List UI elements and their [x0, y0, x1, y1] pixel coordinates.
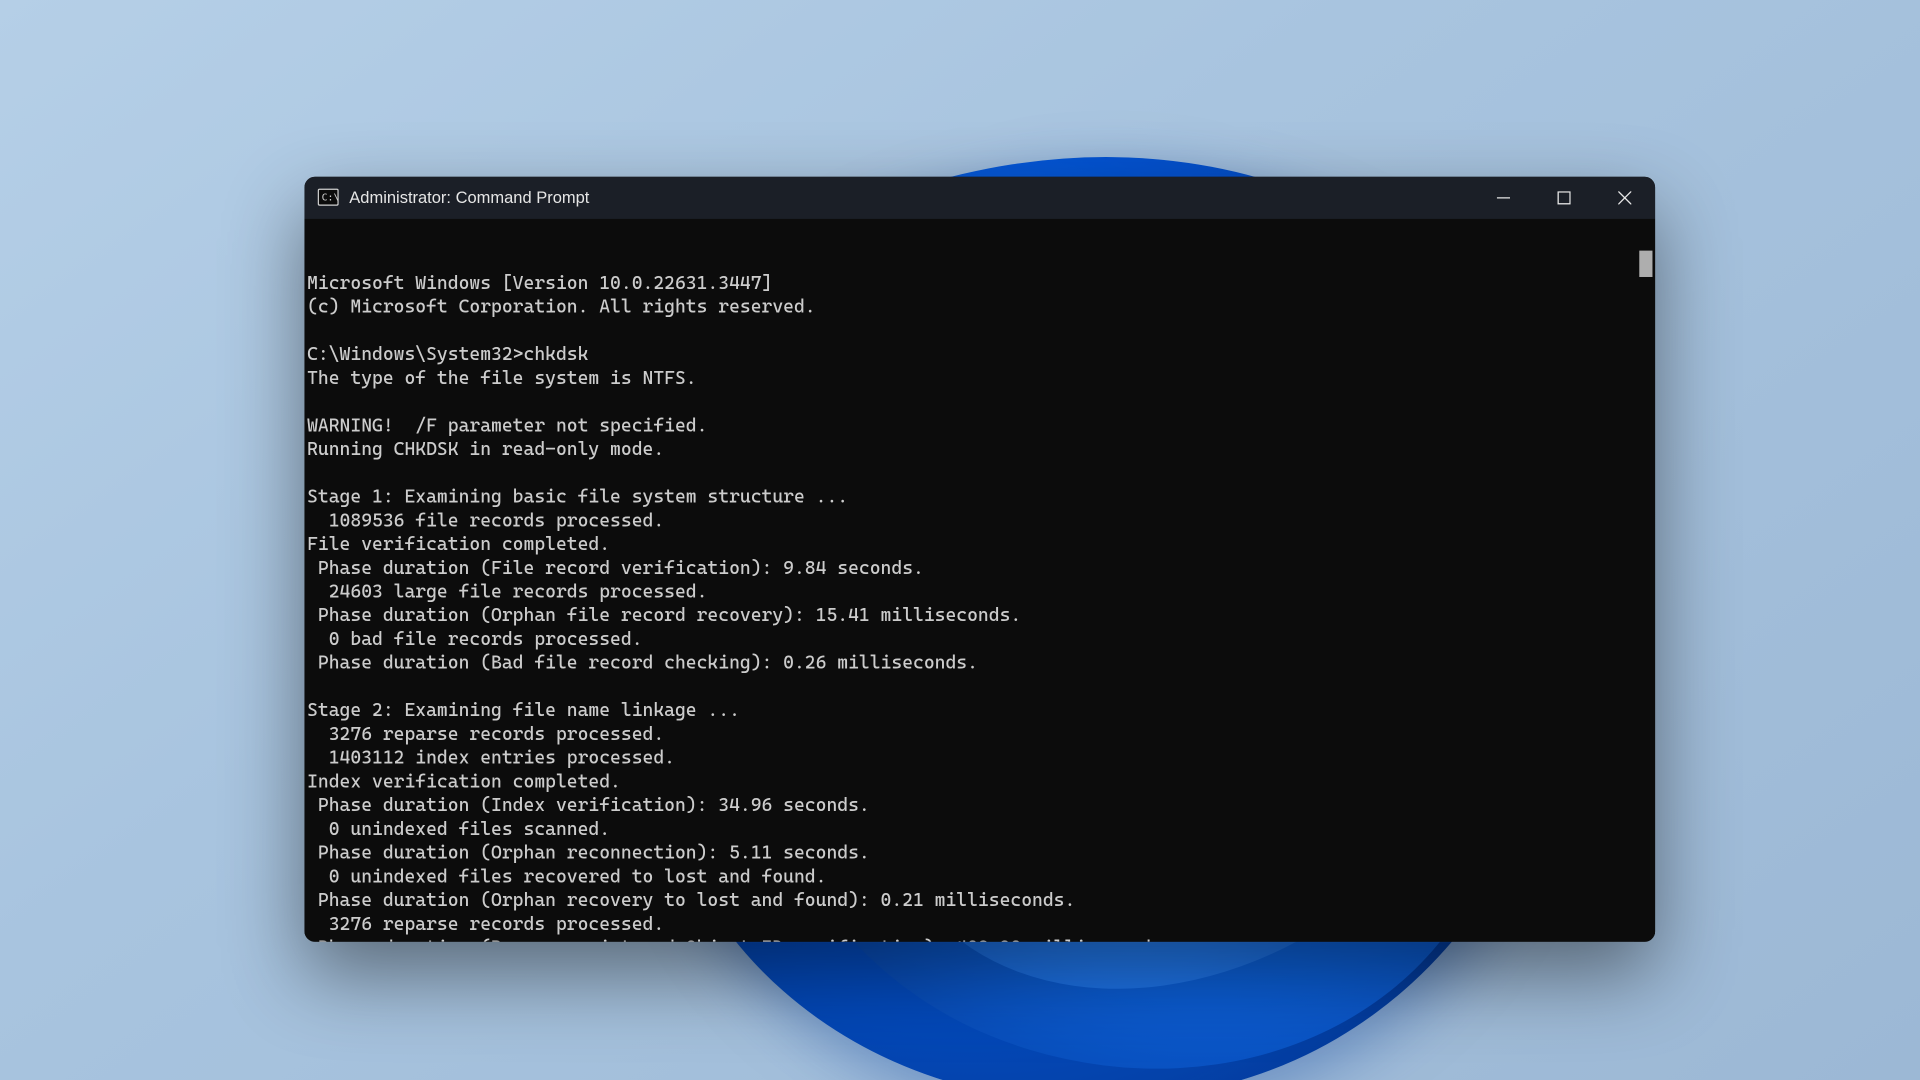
svg-text:C:\: C:\	[322, 192, 339, 203]
minimize-button[interactable]	[1473, 177, 1534, 219]
scrollbar-thumb[interactable]	[1639, 251, 1652, 277]
scrollbar-track[interactable]	[1634, 219, 1655, 942]
terminal-output[interactable]: Microsoft Windows [Version 10.0.22631.34…	[304, 219, 1655, 942]
close-button[interactable]	[1594, 177, 1655, 219]
maximize-button[interactable]	[1534, 177, 1595, 219]
window-title: Administrator: Command Prompt	[349, 189, 589, 207]
desktop-background: C:\ Administrator: Command Prompt	[0, 0, 1920, 1080]
cmd-icon: C:\	[318, 187, 339, 208]
command-prompt-window: C:\ Administrator: Command Prompt	[304, 177, 1655, 942]
window-titlebar[interactable]: C:\ Administrator: Command Prompt	[304, 177, 1655, 219]
terminal-text: Microsoft Windows [Version 10.0.22631.34…	[307, 272, 1655, 942]
